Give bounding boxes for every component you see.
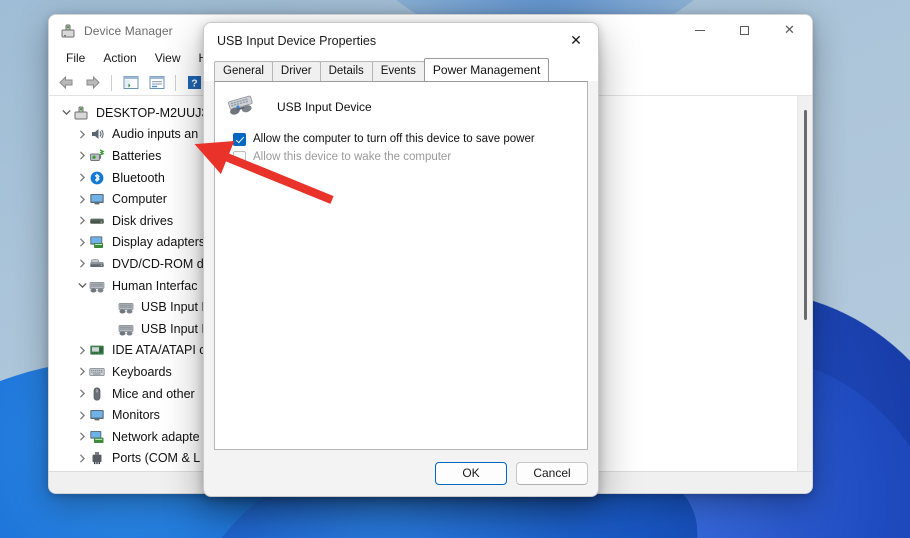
chevron-right-icon[interactable] bbox=[75, 238, 89, 247]
tree-item-label: Batteries bbox=[112, 148, 162, 163]
dialog-titlebar: USB Input Device Properties ✕ bbox=[204, 23, 598, 59]
tree-item-label: Ports (COM & L bbox=[112, 451, 201, 466]
tree-item-label: Keyboards bbox=[112, 364, 172, 379]
hid-icon bbox=[89, 278, 105, 294]
hid-icon bbox=[118, 321, 134, 337]
tree-item-label: Network adapte bbox=[112, 429, 200, 444]
power-options-group: Allow the computer to turn off this devi… bbox=[215, 132, 587, 165]
hid-device-icon bbox=[223, 94, 257, 120]
allow-turn-off-checkbox[interactable] bbox=[233, 133, 246, 146]
tree-item-label: Mice and other bbox=[112, 386, 195, 401]
usb-input-device-properties-dialog: USB Input Device Properties ✕ General Dri… bbox=[203, 22, 599, 497]
tree-item-label: Monitors bbox=[112, 408, 160, 423]
device-manager-icon bbox=[60, 23, 76, 39]
toolbar-separator-1 bbox=[111, 74, 112, 91]
tree-item-label: Display adapters bbox=[112, 235, 206, 250]
chevron-right-icon[interactable] bbox=[75, 130, 89, 139]
tab-driver[interactable]: Driver bbox=[271, 61, 321, 81]
menu-view[interactable]: View bbox=[146, 49, 190, 67]
battery-icon bbox=[89, 148, 105, 164]
tree-item-label: Human Interfac bbox=[112, 278, 198, 293]
monitor-icon bbox=[89, 191, 105, 207]
device-manager-title: Device Manager bbox=[84, 23, 173, 38]
svg-text:?: ? bbox=[191, 77, 197, 89]
network-adapter-icon bbox=[89, 429, 105, 445]
forward-button[interactable] bbox=[81, 72, 104, 94]
chevron-right-icon[interactable] bbox=[75, 216, 89, 225]
menu-action[interactable]: Action bbox=[94, 49, 145, 67]
chevron-right-icon[interactable] bbox=[75, 151, 89, 160]
device-manager-window-controls: ✕ bbox=[677, 15, 812, 46]
tree-item-label: Disk drives bbox=[112, 213, 174, 228]
scrollbar-thumb[interactable] bbox=[804, 110, 807, 320]
chevron-right-icon[interactable] bbox=[75, 454, 89, 463]
chevron-down-icon[interactable] bbox=[75, 281, 89, 290]
tree-item-label: Audio inputs an bbox=[112, 127, 199, 142]
properties-button[interactable] bbox=[145, 72, 168, 94]
tab-power-management[interactable]: Power Management bbox=[423, 58, 550, 81]
desktop: Device Manager ✕ File Action View He bbox=[0, 0, 910, 538]
dialog-tabstrip: General Driver Details Events Power Manageme… bbox=[204, 58, 598, 81]
disk-drive-icon bbox=[89, 213, 105, 229]
chevron-right-icon[interactable] bbox=[75, 367, 89, 376]
ide-controller-icon bbox=[89, 342, 105, 358]
display-adapter-icon bbox=[89, 234, 105, 250]
minimize-button[interactable] bbox=[677, 15, 722, 46]
allow-wake-checkbox-row: Allow this device to wake the computer bbox=[215, 150, 587, 165]
checkbox-label: Allow the computer to turn off this devi… bbox=[253, 133, 535, 145]
speaker-icon bbox=[89, 126, 105, 142]
device-name-label: USB Input Device bbox=[277, 100, 372, 114]
chevron-right-icon[interactable] bbox=[75, 432, 89, 441]
tab-details[interactable]: Details bbox=[319, 61, 373, 81]
chevron-right-icon[interactable] bbox=[75, 346, 89, 355]
tree-item-label: Computer bbox=[112, 192, 167, 207]
cancel-button[interactable]: Cancel bbox=[516, 461, 588, 485]
chevron-down-icon[interactable] bbox=[59, 108, 73, 117]
power-management-tab-page: USB Input Device Allow the computer to t… bbox=[214, 81, 588, 450]
chevron-right-icon[interactable] bbox=[75, 259, 89, 268]
dialog-close-button[interactable]: ✕ bbox=[554, 23, 598, 59]
toolbar-separator-2 bbox=[175, 74, 176, 91]
dialog-title: USB Input Device Properties bbox=[217, 34, 377, 48]
hid-icon bbox=[118, 299, 134, 315]
tab-general[interactable]: General bbox=[214, 61, 273, 81]
computer-icon bbox=[73, 105, 89, 121]
tree-item-label: Bluetooth bbox=[112, 170, 165, 185]
device-tree-scrollbar[interactable] bbox=[797, 96, 812, 471]
tree-item-label: IDE ATA/ATAPI c bbox=[112, 343, 206, 358]
tree-item-label: DESKTOP-M2UUJ3D bbox=[96, 105, 218, 120]
device-header: USB Input Device bbox=[215, 82, 587, 124]
chevron-right-icon[interactable] bbox=[75, 195, 89, 204]
tree-item-label: DVD/CD-ROM d bbox=[112, 256, 204, 271]
bluetooth-icon bbox=[89, 170, 105, 186]
allow-turn-off-checkbox-row[interactable]: Allow the computer to turn off this devi… bbox=[215, 132, 587, 147]
keyboard-icon bbox=[89, 364, 105, 380]
back-button[interactable] bbox=[55, 72, 78, 94]
chevron-right-icon[interactable] bbox=[75, 389, 89, 398]
menu-file[interactable]: File bbox=[57, 49, 94, 67]
ok-button[interactable]: OK bbox=[435, 461, 507, 485]
close-button[interactable]: ✕ bbox=[767, 15, 812, 46]
chevron-right-icon[interactable] bbox=[75, 411, 89, 420]
allow-wake-checkbox bbox=[233, 151, 246, 164]
checkbox-label: Allow this device to wake the computer bbox=[253, 151, 452, 163]
monitor-icon bbox=[89, 407, 105, 423]
mouse-icon bbox=[89, 386, 105, 402]
maximize-button[interactable] bbox=[722, 15, 767, 46]
dialog-footer: OK Cancel bbox=[204, 450, 598, 496]
chevron-right-icon[interactable] bbox=[75, 173, 89, 182]
show-hide-console-tree-button[interactable] bbox=[119, 72, 142, 94]
port-icon bbox=[89, 450, 105, 466]
tab-events[interactable]: Events bbox=[371, 61, 425, 81]
dvd-drive-icon bbox=[89, 256, 105, 272]
